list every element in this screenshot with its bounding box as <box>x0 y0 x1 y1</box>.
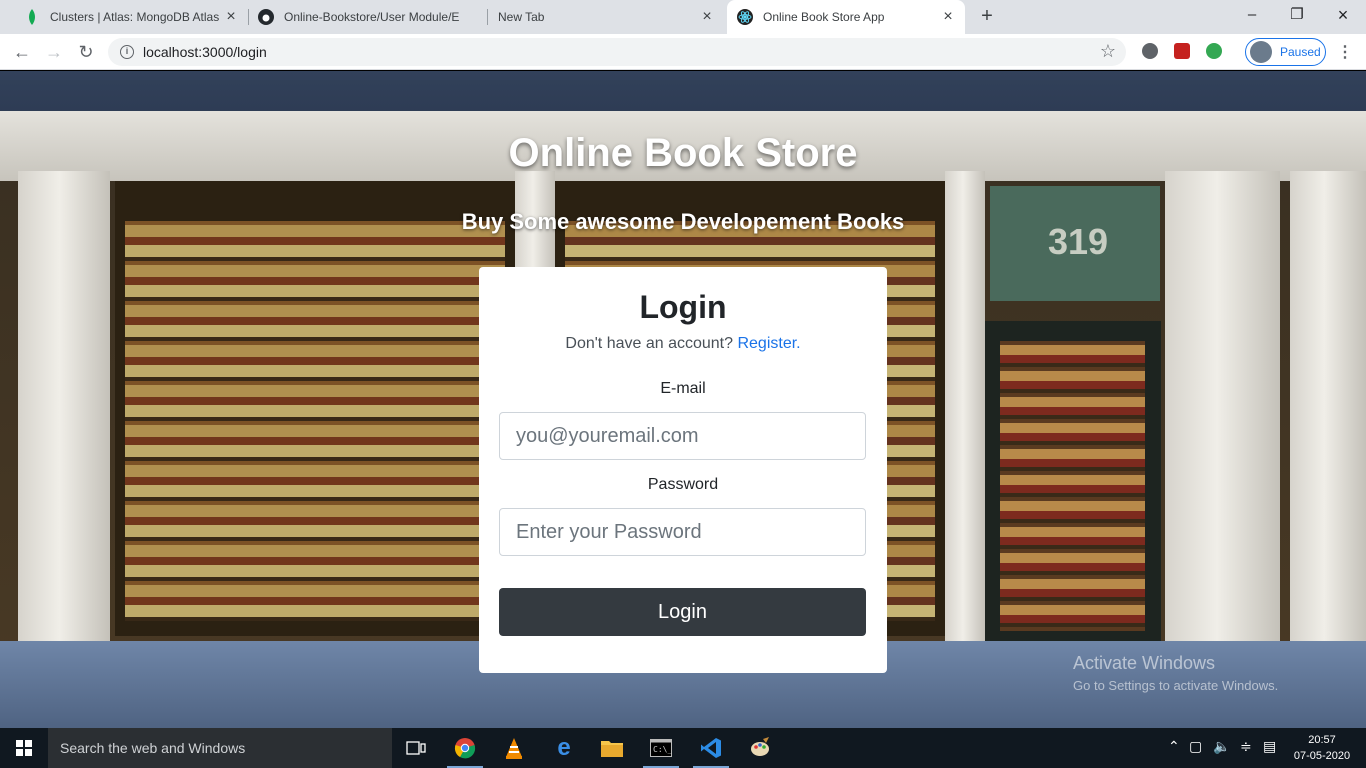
page-subtitle: Buy Some awesome Developement Books <box>461 209 905 234</box>
login-button[interactable]: Login <box>499 588 866 636</box>
taskbar-clock[interactable]: 20:57 07-05-2020 <box>1290 732 1354 764</box>
taskbar: Search the web and Windows e C:\_ ⌃ ▢ 🔈 … <box>0 728 1366 768</box>
clock-time: 20:57 <box>1308 734 1336 746</box>
page-viewport: 319 Online Book Store Buy Some awesome D… <box>0 71 1366 728</box>
register-prompt: Don't have an account? Register. <box>479 335 887 353</box>
extension-icon[interactable] <box>1142 43 1158 59</box>
tab-title: Online-Bookstore/User Module/E <box>284 10 460 24</box>
watermark-title: Activate Windows <box>1073 653 1216 673</box>
svg-text:C:\_: C:\_ <box>653 745 672 754</box>
tab-title: Online Book Store App <box>763 10 885 24</box>
tab-new-tab[interactable]: New Tab × <box>488 0 724 34</box>
close-icon[interactable]: × <box>222 8 240 26</box>
tab-online-book-store[interactable]: Online Book Store App × <box>727 0 965 34</box>
url-text: localhost:3000/login <box>143 44 267 60</box>
clock-date: 07-05-2020 <box>1293 750 1351 762</box>
close-icon[interactable]: × <box>698 8 716 26</box>
show-hidden-icons-chevron-icon[interactable]: ⌃ <box>1168 738 1180 755</box>
network-status-icon[interactable]: ▢ <box>1189 738 1202 755</box>
tab-title: Clusters | Atlas: MongoDB Atlas <box>50 10 220 24</box>
bookmark-star-icon[interactable]: ☆ <box>1100 41 1116 62</box>
paint-icon[interactable] <box>746 734 774 762</box>
avatar <box>1250 41 1272 63</box>
volume-icon[interactable]: 🔈 <box>1213 738 1230 755</box>
chrome-icon[interactable] <box>451 734 479 762</box>
browser-toolbar: ← → ↻ i localhost:3000/login ☆ Paused ⋮ <box>0 34 1366 70</box>
tab-title: New Tab <box>498 10 545 24</box>
login-heading: Login <box>639 289 727 325</box>
close-icon[interactable]: × <box>939 8 957 26</box>
extension-icon[interactable] <box>1174 43 1190 59</box>
vlc-icon[interactable] <box>500 734 528 762</box>
tab-divider <box>248 9 249 25</box>
email-field[interactable] <box>499 412 866 460</box>
edge-icon[interactable]: e <box>550 734 578 762</box>
tab-mongodb-atlas[interactable]: Clusters | Atlas: MongoDB Atlas × <box>12 0 248 34</box>
taskbar-search-placeholder: Search the web and Windows <box>60 740 246 756</box>
register-prompt-text: Don't have an account? <box>565 335 734 352</box>
forward-icon[interactable]: → <box>42 40 66 64</box>
menu-icon[interactable]: ⋮ <box>1337 42 1353 62</box>
task-view-icon[interactable] <box>402 734 430 762</box>
terminal-icon[interactable]: C:\_ <box>647 734 675 762</box>
tab-github-bookstore[interactable]: Online-Bookstore/User Module/E <box>250 0 486 34</box>
wifi-icon[interactable]: ≑ <box>1240 738 1252 755</box>
extension-icon[interactable] <box>1206 43 1222 59</box>
mongodb-leaf-icon <box>24 9 40 25</box>
restore-icon[interactable]: ❐ <box>1286 4 1308 26</box>
register-link[interactable]: Register. <box>737 335 800 352</box>
tab-strip: Clusters | Atlas: MongoDB Atlas × Online… <box>0 0 1366 34</box>
vscode-icon[interactable] <box>697 734 725 762</box>
windows-start-button[interactable] <box>0 728 48 768</box>
login-card: Login Don't have an account? Register. E… <box>479 267 887 673</box>
profile-button[interactable]: Paused <box>1245 38 1326 66</box>
react-icon <box>737 9 753 25</box>
file-explorer-icon[interactable] <box>598 734 626 762</box>
taskbar-search[interactable]: Search the web and Windows <box>48 728 392 768</box>
password-field[interactable] <box>499 508 866 556</box>
watermark-text: Go to Settings to activate Windows. <box>1073 678 1279 693</box>
reload-icon[interactable]: ↻ <box>74 40 98 64</box>
info-icon[interactable]: i <box>120 45 134 59</box>
password-label: Password <box>647 476 719 493</box>
close-window-icon[interactable]: × <box>1332 4 1354 26</box>
activate-windows-watermark: Activate Windows Go to Settings to activ… <box>1073 653 1278 693</box>
email-label: E-mail <box>660 380 706 397</box>
back-icon[interactable]: ← <box>10 40 34 64</box>
windows-logo-icon <box>16 740 32 756</box>
page-title: Online Book Store <box>508 131 858 175</box>
action-center-icon[interactable]: ▤ <box>1263 738 1276 755</box>
address-bar[interactable]: i localhost:3000/login ☆ <box>108 38 1126 66</box>
profile-status: Paused <box>1280 45 1321 59</box>
github-icon <box>258 9 274 25</box>
new-tab-button[interactable]: + <box>976 6 998 28</box>
minimize-icon[interactable]: – <box>1241 4 1263 26</box>
